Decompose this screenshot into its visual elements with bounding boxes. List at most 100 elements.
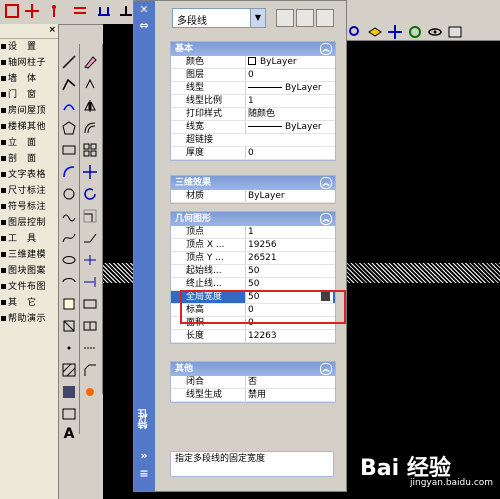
revcloud-icon[interactable]: [61, 208, 77, 224]
dimension-icon[interactable]: [96, 3, 112, 19]
rotate-icon[interactable]: [82, 186, 98, 202]
arc-icon[interactable]: [61, 164, 77, 180]
property-row[interactable]: 线型生成 禁用: [171, 389, 335, 402]
extend-icon[interactable]: [82, 274, 98, 290]
ellipse-arc-icon[interactable]: [61, 274, 77, 290]
property-row[interactable]: 厚度 0: [171, 147, 335, 160]
arc-arrow-icon[interactable]: [61, 98, 77, 114]
property-row[interactable]: 线型比例 1: [171, 95, 335, 108]
array-icon[interactable]: [82, 142, 98, 158]
section-header[interactable]: 几何图形 ︽: [171, 212, 335, 226]
line-icon[interactable]: [61, 54, 77, 70]
move-icon[interactable]: [82, 164, 98, 180]
property-row[interactable]: 打印样式 随颜色: [171, 108, 335, 121]
object-type-select[interactable]: 多段线 ▼: [172, 8, 266, 28]
menu-item[interactable]: 楼梯其他: [0, 119, 58, 135]
property-value-cell[interactable]: 0: [245, 69, 333, 81]
region-icon[interactable]: [447, 24, 463, 40]
menu-item[interactable]: 图块图案: [0, 263, 58, 279]
property-value-cell[interactable]: 12263: [245, 330, 333, 342]
chevron-down-icon[interactable]: ▼: [250, 9, 265, 27]
palette-titlebar[interactable]: ✕ ⇔ 特性 » ≡: [134, 1, 155, 491]
property-row[interactable]: 颜色 ByLayer: [171, 56, 335, 69]
move-icon[interactable]: [24, 3, 40, 19]
polygon-icon[interactable]: [61, 120, 77, 136]
menu-item[interactable]: 门 窗: [0, 87, 58, 103]
property-value-cell[interactable]: 否: [245, 376, 333, 388]
section-header[interactable]: 其他 ︽: [171, 362, 335, 376]
property-row[interactable]: 超链接: [171, 134, 335, 147]
property-row[interactable]: 顶点 1: [171, 226, 335, 239]
orbit-icon[interactable]: [407, 24, 423, 40]
scale-icon[interactable]: [82, 208, 98, 224]
break-point-icon[interactable]: [82, 318, 98, 334]
join-icon[interactable]: [82, 340, 98, 356]
menu-item[interactable]: 房间屋顶: [0, 103, 58, 119]
menu-item[interactable]: 文件布图: [0, 279, 58, 295]
offset-icon[interactable]: [82, 120, 98, 136]
gradient-icon[interactable]: [61, 384, 77, 400]
menu-item[interactable]: 图层控制: [0, 215, 58, 231]
point-icon[interactable]: [61, 340, 77, 356]
property-value-cell[interactable]: ByLayer: [245, 121, 333, 133]
insert-block-icon[interactable]: [61, 296, 77, 312]
menu-item[interactable]: 工 具: [0, 231, 58, 247]
pan-icon[interactable]: [387, 24, 403, 40]
menu-item[interactable]: 三维建模: [0, 247, 58, 263]
section-header[interactable]: 三维效果 ︽: [171, 176, 335, 190]
close-icon[interactable]: ✕: [137, 3, 151, 17]
erase-icon[interactable]: [82, 54, 98, 70]
menu-item[interactable]: 文字表格: [0, 167, 58, 183]
circle-icon[interactable]: [61, 186, 77, 202]
toggle-pickadd-icon[interactable]: [276, 9, 294, 27]
spline-icon[interactable]: [61, 230, 77, 246]
mirror-icon[interactable]: [82, 98, 98, 114]
property-row[interactable]: 长度 12263: [171, 330, 335, 343]
level-icon[interactable]: [118, 3, 134, 19]
make-block-icon[interactable]: [61, 318, 77, 334]
property-value-cell[interactable]: 1: [245, 226, 333, 238]
property-row[interactable]: 顶点 X ... 19256: [171, 239, 335, 252]
property-value-cell[interactable]: 26521: [245, 252, 333, 264]
property-row[interactable]: 材质 ByLayer: [171, 190, 335, 203]
property-value-cell[interactable]: 1: [245, 95, 333, 107]
pin-icon[interactable]: [46, 3, 62, 19]
quick-select-icon[interactable]: [316, 9, 334, 27]
grid-icon[interactable]: [4, 3, 20, 19]
rectangle-icon[interactable]: [61, 142, 77, 158]
section-header[interactable]: 基本 ︽: [171, 42, 335, 56]
property-value-cell[interactable]: ByLayer: [245, 82, 333, 94]
property-value-cell[interactable]: 50: [245, 265, 333, 277]
hatch-icon[interactable]: [61, 362, 77, 378]
property-value-cell[interactable]: 随颜色: [245, 108, 333, 120]
property-value-cell[interactable]: 0: [245, 147, 333, 159]
property-value-cell[interactable]: ByLayer: [245, 190, 333, 202]
menu-icon[interactable]: ≡: [137, 467, 151, 481]
chamfer-icon[interactable]: [82, 362, 98, 378]
property-row[interactable]: 图层 0: [171, 69, 335, 82]
copy-icon[interactable]: [82, 76, 98, 92]
property-row[interactable]: 起始线... 50: [171, 265, 335, 278]
collapse-icon[interactable]: ︽: [320, 213, 332, 225]
close-icon[interactable]: ×: [48, 25, 56, 35]
autohide-icon[interactable]: ⇔: [137, 19, 151, 33]
lines-icon[interactable]: [72, 3, 88, 19]
menu-item[interactable]: 墙 体: [0, 71, 58, 87]
region-icon[interactable]: [61, 406, 77, 422]
zoom-icon[interactable]: [347, 24, 363, 40]
layer-icon[interactable]: [367, 24, 383, 40]
minimize-icon[interactable]: »: [137, 449, 151, 463]
explode-icon[interactable]: [82, 384, 98, 400]
menu-item[interactable]: 立 面: [0, 135, 58, 151]
stretch-icon[interactable]: [82, 230, 98, 246]
polyline-icon[interactable]: [61, 76, 77, 92]
property-row[interactable]: 线宽 ByLayer: [171, 121, 335, 134]
break-icon[interactable]: [82, 296, 98, 312]
collapse-icon[interactable]: ︽: [320, 43, 332, 55]
menu-item[interactable]: 尺寸标注: [0, 183, 58, 199]
eye-icon[interactable]: [427, 24, 443, 40]
menu-item[interactable]: 符号标注: [0, 199, 58, 215]
property-value-cell[interactable]: 50: [245, 278, 333, 290]
property-row[interactable]: 闭合 否: [171, 376, 335, 389]
property-value-cell[interactable]: ByLayer: [245, 56, 333, 68]
